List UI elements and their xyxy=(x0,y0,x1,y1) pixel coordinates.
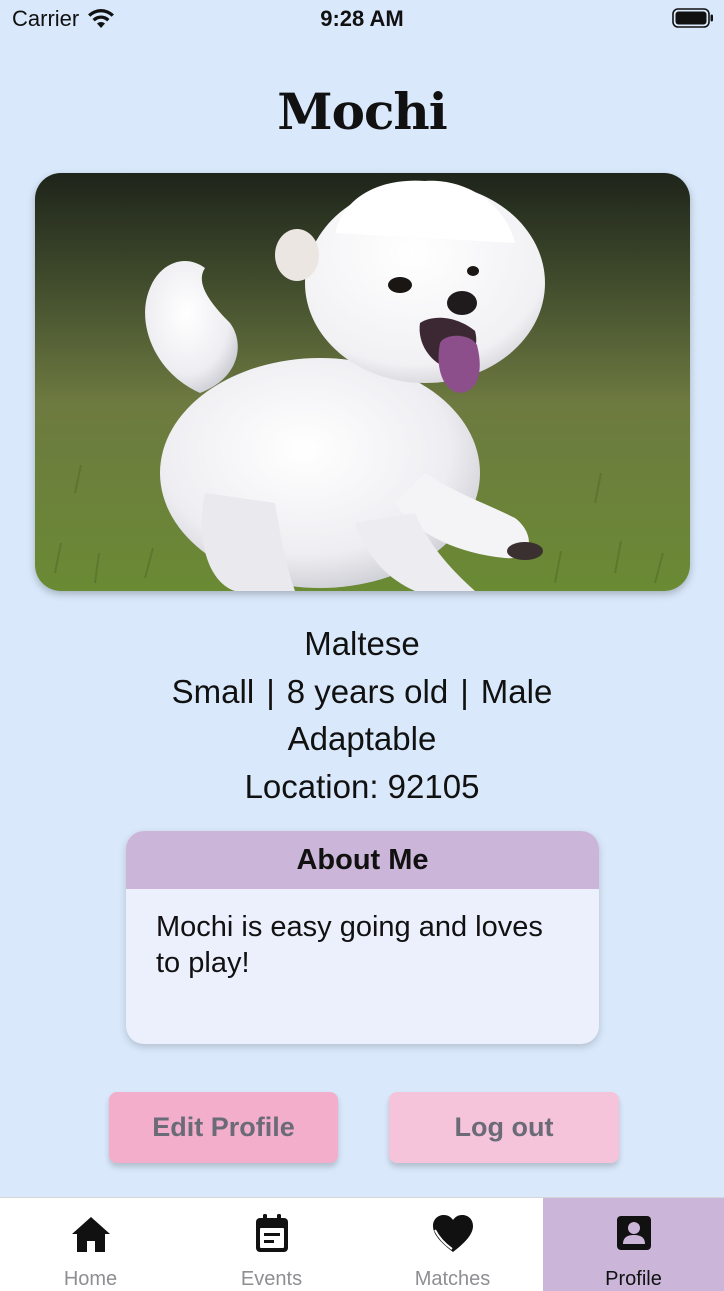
tab-label-home: Home xyxy=(63,1268,118,1290)
home-icon xyxy=(71,1217,110,1252)
calendar-icon xyxy=(255,1214,288,1252)
edit-profile-button[interactable]: Edit Profile xyxy=(109,1092,338,1163)
breed-text: Maltese xyxy=(304,625,420,662)
tab-label-profile: Profile xyxy=(605,1268,662,1290)
tab-label-matches: Matches xyxy=(414,1268,491,1290)
age-text: 8 years old xyxy=(286,672,449,710)
tab-home[interactable]: Home xyxy=(0,1198,181,1291)
tab-events[interactable]: Events xyxy=(181,1198,362,1291)
about-me-card: About Me Mochi is easy going and loves t… xyxy=(126,831,599,1044)
tab-bar: Home Events Matches Profile xyxy=(0,1197,724,1291)
details-line: Small | 8 years old | Male xyxy=(0,668,724,716)
separator: | xyxy=(266,672,275,710)
temperament-text: Adaptable xyxy=(287,720,437,757)
status-bar: Carrier 9:28 AM xyxy=(0,0,724,40)
about-me-heading: About Me xyxy=(126,831,599,889)
about-me-text: Mochi is easy going and loves to play! xyxy=(156,911,543,979)
log-out-button[interactable]: Log out xyxy=(389,1092,619,1163)
battery-icon xyxy=(672,8,713,28)
location-text: Location: 92105 xyxy=(244,767,480,805)
heart-icon xyxy=(432,1215,473,1252)
tab-profile[interactable]: Profile xyxy=(543,1198,724,1291)
profile-name-title: Mochi xyxy=(277,82,448,141)
status-time: 9:28 AM xyxy=(320,6,404,31)
tab-matches[interactable]: Matches xyxy=(362,1198,543,1291)
size-text: Small xyxy=(171,672,255,710)
separator: | xyxy=(460,672,469,710)
dog-image xyxy=(35,173,690,591)
pet-info: Maltese Small | 8 years old | Male Adaptable… xyxy=(0,620,724,810)
sex-text: Male xyxy=(480,672,553,710)
tab-label-events: Events xyxy=(240,1268,303,1290)
pet-photo xyxy=(35,173,690,591)
profile-icon xyxy=(616,1216,651,1250)
